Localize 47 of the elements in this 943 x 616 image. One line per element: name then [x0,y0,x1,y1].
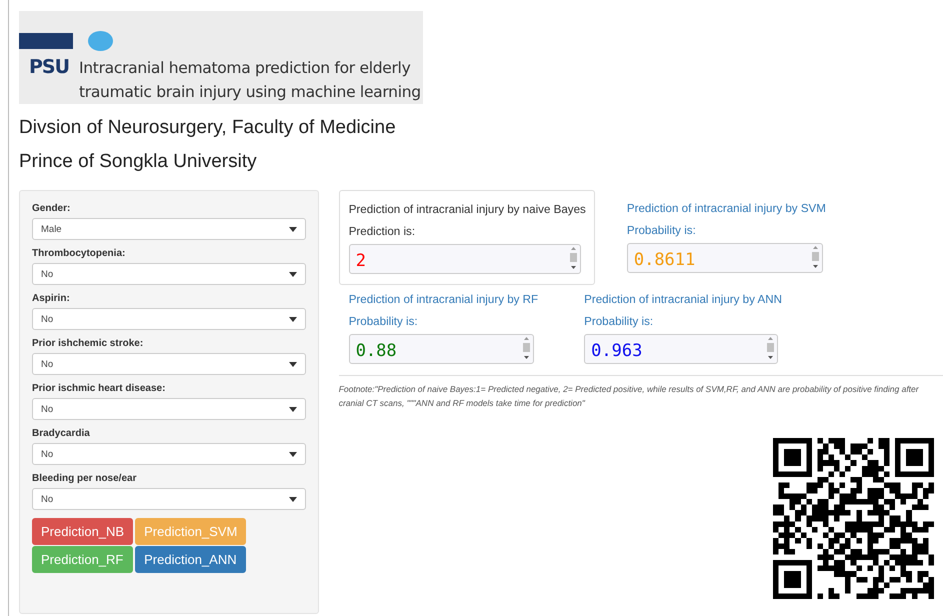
field-label: Prior ishchemic stroke: [32,338,144,349]
scrollbar-drawing [568,245,578,271]
logo-dot [88,31,113,51]
field-label: Bleeding per nose/ear [32,473,138,484]
output-field: 0.88 [348,334,534,364]
caret-icon [289,406,297,412]
output-caption: Prediction is: [348,225,416,239]
banner-title: Intracranial hematoma prediction for elderly [79,58,412,79]
output-field: 0.963 [584,334,778,364]
banner-title: traumatic brain injury using machine learning [79,82,421,103]
field-label: Aspirin: [32,293,71,304]
field-label: Gender: [32,203,72,214]
dropdown-field[interactable]: No [32,488,306,510]
caret-icon [289,316,297,322]
output-title: Prediction of intracranial injury by naive Bayes [348,203,586,217]
output-title: Prediction of intracranial injury by SVM [626,202,826,216]
output-caption: Probability is: [348,315,419,329]
dropdown-field[interactable]: No [32,398,306,420]
output-caption: Probability is: [584,315,654,329]
output-title: Prediction of intracranial injury by RF [348,293,538,307]
page-heading: Prince of Songkla University [19,152,258,172]
scrollbar-drawing [522,335,531,361]
scrollbar-drawing [810,244,820,270]
output-caption: Probability is: [626,224,697,238]
dropdown-field[interactable]: No [32,443,306,465]
prediction-button[interactable]: Prediction_ANN [135,546,246,573]
caret-icon [289,496,297,502]
prediction-button[interactable]: Prediction_NB [32,518,134,545]
field-label: Thrombocytopenia: [32,248,126,259]
field-label: Prior ischmic heart disease: [32,383,166,394]
output-title: Prediction of intracranial injury by ANN [584,293,782,307]
dropdown-field[interactable]: No [32,308,306,330]
caret-icon [289,226,297,232]
dropdown-field[interactable]: No [32,353,306,375]
footnote-text: Footnote:"Prediction of naive Bayes:1= Predicted negative, 2= Predicted positive, while results of SVM,RF, and ANN are probability of positive finding after cranial CT scans, """ANN and RF models take time for prediction" [338,375,943,410]
caret-icon [289,452,297,456]
output-field: 0.8611 [626,243,823,273]
dropdown-field[interactable]: Male [32,218,306,240]
logo-text: PSU [28,56,69,78]
caret-icon [289,362,297,366]
logo-bar [19,33,73,49]
field-label: Bradycardia [32,428,91,439]
output-field: 2 [348,244,581,274]
caret-icon [289,272,297,276]
page-heading: Divsion of Neurosurgery, Faculty of Medicine [19,118,397,138]
dropdown-field[interactable]: No [32,263,306,285]
scrollbar-drawing [766,335,776,361]
